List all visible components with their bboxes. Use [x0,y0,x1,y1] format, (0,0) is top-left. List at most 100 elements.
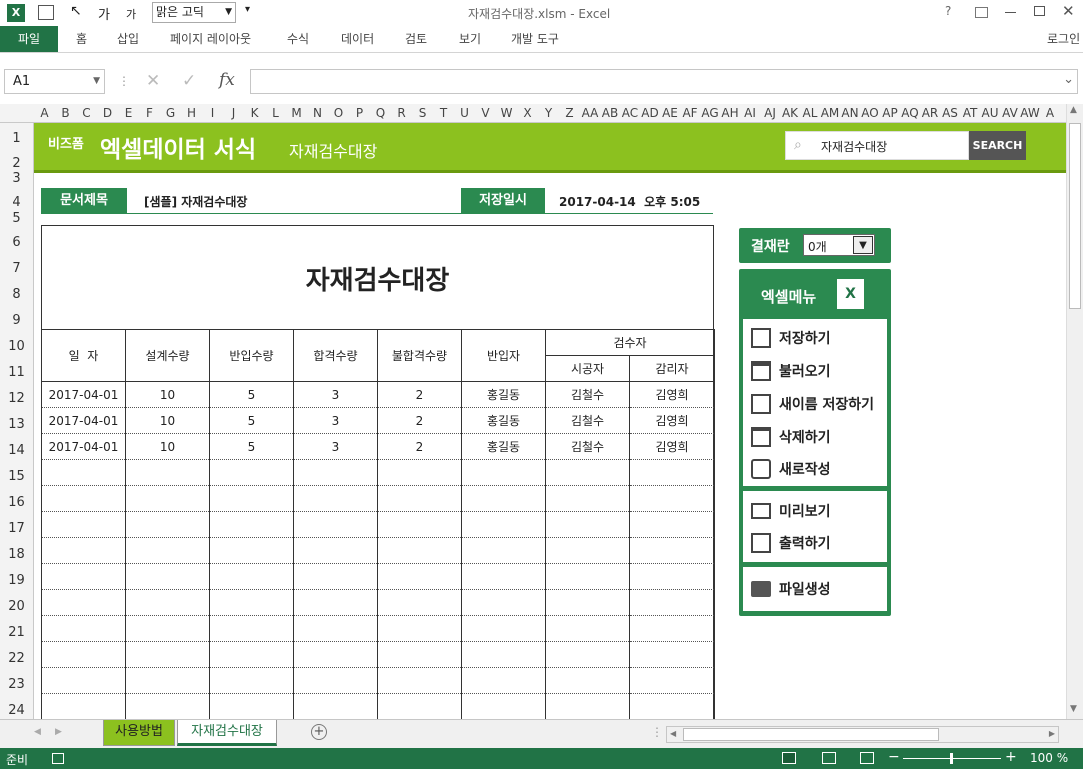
table-cell[interactable]: 2 [377,381,462,408]
tab-insert[interactable]: 삽입 [117,26,139,52]
search-input[interactable]: 자재검수대장 [821,138,887,155]
table-cell[interactable] [461,537,546,564]
page-layout-view-icon[interactable] [822,752,836,764]
worksheet[interactable]: 비즈폼 엑셀데이터 서식 자재검수대장 ⌕ 자재검수대장 SEARCH 문서제목… [34,123,1066,719]
column-header[interactable]: AA [580,106,600,120]
table-cell[interactable]: 홍길동 [461,433,546,460]
column-header[interactable]: I [202,106,223,120]
table-cell[interactable] [545,563,630,590]
table-cell[interactable] [377,563,462,590]
table-cell[interactable] [209,485,294,512]
table-cell[interactable] [377,641,462,668]
column-header[interactable]: AS [940,106,960,120]
column-header[interactable]: F [139,106,160,120]
table-cell[interactable] [209,667,294,694]
column-header[interactable]: AG [700,106,720,120]
table-cell[interactable]: 2 [377,407,462,434]
table-cell[interactable] [209,563,294,590]
row-header[interactable]: 2 [0,156,33,171]
row-header[interactable]: 16 [0,495,33,510]
row-header[interactable]: 5 [0,211,33,226]
table-cell[interactable] [461,615,546,642]
column-header[interactable]: V [475,106,496,120]
tab-home[interactable]: 홈 [76,26,87,52]
table-cell[interactable] [209,511,294,538]
column-header[interactable]: D [97,106,118,120]
maximize-icon[interactable] [1034,6,1045,16]
table-cell[interactable]: 홍길동 [461,407,546,434]
tab-review[interactable]: 검토 [405,26,427,52]
normal-view-icon[interactable] [782,752,796,764]
table-cell[interactable] [377,693,462,719]
table-cell[interactable] [209,589,294,616]
column-header[interactable]: AT [960,106,980,120]
column-header[interactable]: AB [600,106,620,120]
new-button[interactable]: 새로작성 [751,454,831,484]
table-cell[interactable] [461,563,546,590]
table-cell[interactable] [125,511,210,538]
table-cell[interactable] [629,485,715,512]
table-cell[interactable] [41,641,126,668]
table-cell[interactable] [629,511,715,538]
h-scroll-thumb[interactable] [683,728,939,741]
tab-view[interactable]: 보기 [459,26,481,52]
horizontal-scrollbar[interactable]: ◀ ▶ [666,726,1059,743]
table-cell[interactable] [125,563,210,590]
table-cell[interactable]: 김영희 [629,381,715,408]
table-cell[interactable] [545,511,630,538]
column-header[interactable]: N [307,106,328,120]
table-cell[interactable] [293,511,378,538]
column-header[interactable]: M [286,106,307,120]
table-cell[interactable] [377,589,462,616]
table-cell[interactable] [293,563,378,590]
table-cell[interactable] [41,667,126,694]
table-cell[interactable] [629,459,715,486]
table-cell[interactable]: 김철수 [545,433,630,460]
row-header[interactable]: 9 [0,313,33,328]
table-cell[interactable]: 3 [293,381,378,408]
column-header[interactable]: U [454,106,475,120]
table-cell[interactable]: 홍길동 [461,381,546,408]
scroll-down-icon[interactable]: ▼ [1070,704,1077,714]
table-cell[interactable] [461,511,546,538]
column-header[interactable]: AE [660,106,680,120]
column-header[interactable]: H [181,106,202,120]
column-header[interactable]: AC [620,106,640,120]
open-button[interactable]: 불러오기 [751,356,831,386]
column-header[interactable]: B [55,106,76,120]
table-cell[interactable] [461,459,546,486]
column-header[interactable]: Y [538,106,559,120]
add-sheet-button[interactable]: + [311,724,327,740]
row-header[interactable]: 3 [0,171,33,186]
scroll-thumb[interactable] [1069,123,1081,309]
table-cell[interactable] [629,693,715,719]
tab-formulas[interactable]: 수식 [287,26,309,52]
table-cell[interactable]: 5 [209,407,294,434]
column-header[interactable]: O [328,106,349,120]
column-header[interactable]: S [412,106,433,120]
table-cell[interactable] [377,615,462,642]
zoom-out-icon[interactable]: − [888,749,900,765]
macro-record-icon[interactable] [52,753,64,764]
table-cell[interactable]: 김영희 [629,433,715,460]
column-header[interactable]: X [517,106,538,120]
row-header[interactable]: 23 [0,677,33,692]
row-header[interactable]: 17 [0,521,33,536]
table-cell[interactable]: 김철수 [545,407,630,434]
font-name-select[interactable]: 맑은 고딕 ▼ [152,2,236,23]
table-cell[interactable] [545,615,630,642]
table-cell[interactable] [41,693,126,719]
column-header[interactable]: AD [640,106,660,120]
table-cell[interactable] [209,641,294,668]
table-cell[interactable] [209,693,294,719]
table-cell[interactable] [125,615,210,642]
table-cell[interactable] [209,537,294,564]
minimize-icon[interactable] [1005,12,1016,13]
tab-developer[interactable]: 개발 도구 [511,26,559,52]
table-cell[interactable] [545,459,630,486]
scroll-left-icon[interactable]: ◀ [670,729,676,738]
zoom-slider-thumb[interactable] [950,753,953,764]
table-cell[interactable] [41,485,126,512]
table-cell[interactable]: 5 [209,381,294,408]
table-cell[interactable] [377,511,462,538]
